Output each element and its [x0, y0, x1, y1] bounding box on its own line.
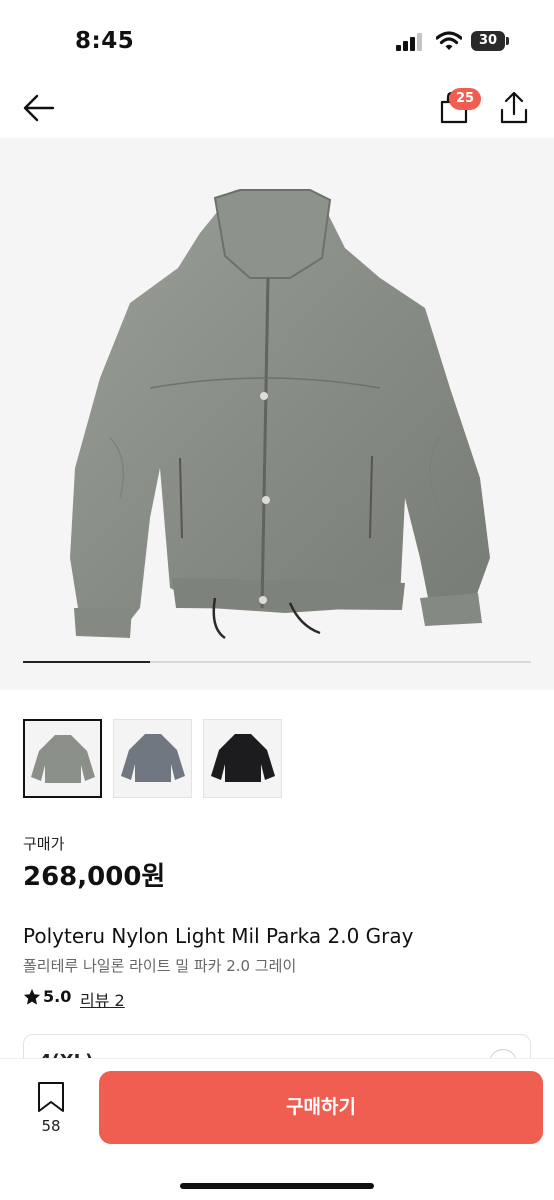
wishlist-count: 58: [41, 1117, 61, 1135]
bookmark-icon: [38, 1082, 64, 1112]
battery-tip: [506, 37, 509, 45]
wifi-icon: [436, 31, 462, 50]
jacket-thumbnail-black: [211, 734, 275, 782]
thumbnail-gray[interactable]: [23, 719, 102, 798]
status-time: 8:45: [75, 28, 135, 54]
product-image[interactable]: [0, 138, 554, 690]
buy-button[interactable]: 구매하기: [99, 1071, 543, 1144]
carousel-progress: [23, 661, 150, 663]
bottom-action-bar: 58 구매하기: [0, 1058, 554, 1200]
thumbnail-black[interactable]: [203, 719, 282, 798]
review-link[interactable]: 리뷰 2: [80, 987, 125, 1011]
jacket-thumbnail-charcoal: [121, 734, 185, 782]
battery-icon: 30: [471, 31, 505, 51]
cellular-signal-icon: [396, 33, 424, 51]
image-carousel-indicator: [23, 661, 531, 663]
home-indicator: [180, 1183, 374, 1189]
star-icon: [23, 988, 41, 1005]
status-bar: 8:45 30: [0, 0, 554, 80]
share-icon[interactable]: [494, 88, 534, 128]
thumbnail-charcoal[interactable]: [113, 719, 192, 798]
jacket-thumbnail-gray: [31, 735, 95, 783]
product-subtitle: 폴리테루 나일론 라이트 밀 파카 2.0 그레이: [23, 957, 297, 975]
rating-value: 5.0: [43, 987, 72, 1006]
price-label: 구매가: [23, 835, 65, 853]
price: 268,000원: [23, 862, 166, 892]
wishlist-button[interactable]: 58: [28, 1081, 74, 1141]
jacket-image: [70, 189, 490, 640]
store-count-badge: 25: [449, 88, 481, 110]
arrow-left-icon[interactable]: [20, 90, 60, 126]
product-title: Polyteru Nylon Light Mil Parka 2.0 Gray: [23, 924, 414, 948]
